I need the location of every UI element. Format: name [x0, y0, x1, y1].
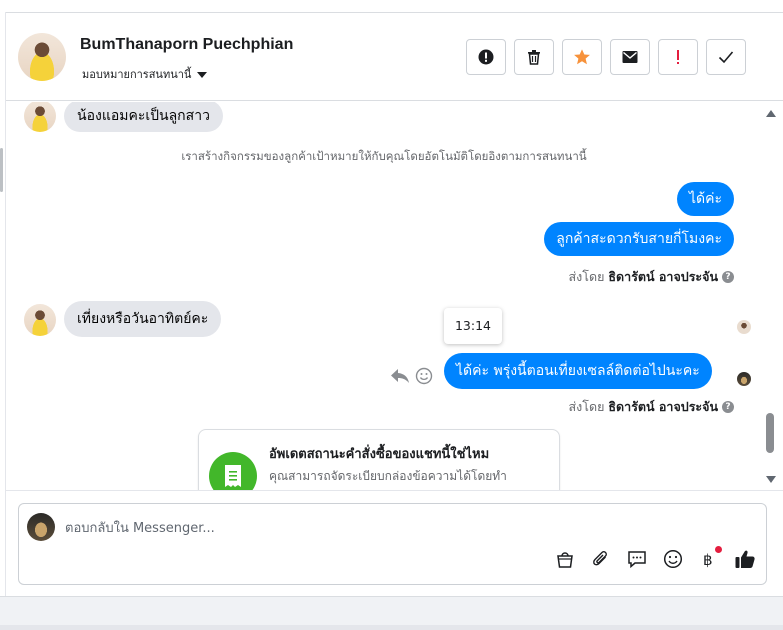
delete-button[interactable] [514, 39, 554, 75]
conversation-header: BumThanaporn Puechphian มอบหมายการสนทนาน… [6, 13, 783, 101]
incoming-message[interactable]: เที่ยงหรือวันอาทิตย์คะ [64, 301, 222, 337]
envelope-icon [622, 51, 638, 63]
card-description: คุณสามารถจัดระเบียบกล่องข้อความได้โดยทำ [269, 469, 507, 483]
assign-conversation-dropdown[interactable]: มอบหมายการสนทนานี้ [82, 65, 208, 83]
contact-name[interactable]: BumThanaporn Puechphian [80, 36, 293, 54]
page-avatar [27, 513, 55, 541]
sent-by-name: ธิดารัตน์ อาจประจัน [608, 399, 718, 414]
message-scrollbar[interactable] [762, 102, 780, 490]
scroll-up-arrow-icon[interactable] [766, 110, 776, 117]
system-note: เราสร้างกิจกรรมของลูกค้าเป้าหมายให้กับคุ… [181, 149, 587, 163]
contact-avatar-small[interactable] [24, 304, 56, 336]
outgoing-message[interactable]: ได้ค่ะ [676, 182, 734, 216]
notification-dot [715, 546, 722, 553]
exclamation-icon [677, 50, 679, 64]
reply-input[interactable] [65, 518, 665, 538]
page-avatar-small [737, 372, 751, 386]
timestamp-tooltip: 13:14 [444, 308, 502, 344]
contact-avatar[interactable] [18, 33, 66, 81]
card-title: อัพเดตสถานะคำสั่งซื้อของแชทนี้ใช่ไหม [269, 447, 490, 462]
alert-circle-icon [478, 49, 494, 65]
mark-unread-button[interactable] [610, 39, 650, 75]
outgoing-message[interactable]: ลูกค้าสะดวกรับสายกี่โมงคะ [544, 222, 734, 256]
incoming-message[interactable]: น้องแอมคะเป็นลูกสาว [64, 102, 223, 132]
assign-label: มอบหมายการสนทนานี้ [82, 68, 192, 81]
bottom-divider [0, 625, 783, 630]
sent-by-prefix: ส่งโดย [568, 399, 605, 414]
help-icon[interactable]: ? [722, 271, 734, 283]
check-icon [718, 51, 734, 64]
contact-avatar-small[interactable] [24, 102, 56, 132]
star-icon [574, 49, 590, 65]
header-actions [466, 39, 746, 75]
spam-button[interactable] [466, 39, 506, 75]
sent-by-label: ส่งโดย ธิดารัตน์ อาจประจัน ? [569, 267, 734, 287]
order-status-card[interactable]: อัพเดตสถานะคำสั่งซื้อของแชทนี้ใช่ไหม คุณ… [198, 429, 560, 490]
thumbs-up-icon[interactable] [734, 548, 756, 570]
sent-by-label: ส่งโดย ธิดารัตน์ อาจประจัน ? [569, 397, 734, 417]
outgoing-message[interactable]: ได้ค่ะ พรุ่งนี้ตอนเที่ยงเซลล์ติดต่อไปนะค… [444, 353, 712, 389]
caret-down-icon [197, 71, 208, 78]
scroll-down-arrow-icon[interactable] [766, 476, 776, 483]
seen-avatar [737, 320, 751, 334]
svg-text:฿: ฿ [703, 551, 713, 569]
trash-icon [528, 50, 540, 65]
message-list[interactable]: น้องแอมคะเป็นลูกสาว เราสร้างกิจกรรมของลู… [6, 102, 762, 490]
sent-by-name: ธิดารัตน์ อาจประจัน [608, 269, 718, 284]
composer-area: ฿ [6, 490, 783, 596]
help-icon[interactable]: ? [722, 401, 734, 413]
left-panel-scrollbar[interactable] [0, 148, 3, 192]
mark-done-button[interactable] [706, 39, 746, 75]
scroll-thumb[interactable] [766, 413, 774, 453]
composer-box[interactable]: ฿ [18, 503, 767, 585]
star-button[interactable] [562, 39, 602, 75]
inbox-conversation-window: BumThanaporn Puechphian มอบหมายการสนทนาน… [0, 0, 783, 630]
paperclip-icon[interactable] [590, 548, 612, 570]
saved-reply-icon[interactable] [626, 548, 648, 570]
reply-icon[interactable] [390, 367, 410, 385]
window-bottom-strip [0, 596, 783, 630]
receipt-icon [209, 452, 257, 490]
composer-tools: ฿ [554, 546, 756, 570]
baht-icon[interactable]: ฿ [698, 546, 722, 570]
sent-by-prefix: ส่งโดย [568, 269, 605, 284]
emoji-icon[interactable] [662, 548, 684, 570]
bag-icon[interactable] [554, 548, 576, 570]
important-button[interactable] [658, 39, 698, 75]
react-emoji-icon[interactable] [415, 367, 433, 385]
